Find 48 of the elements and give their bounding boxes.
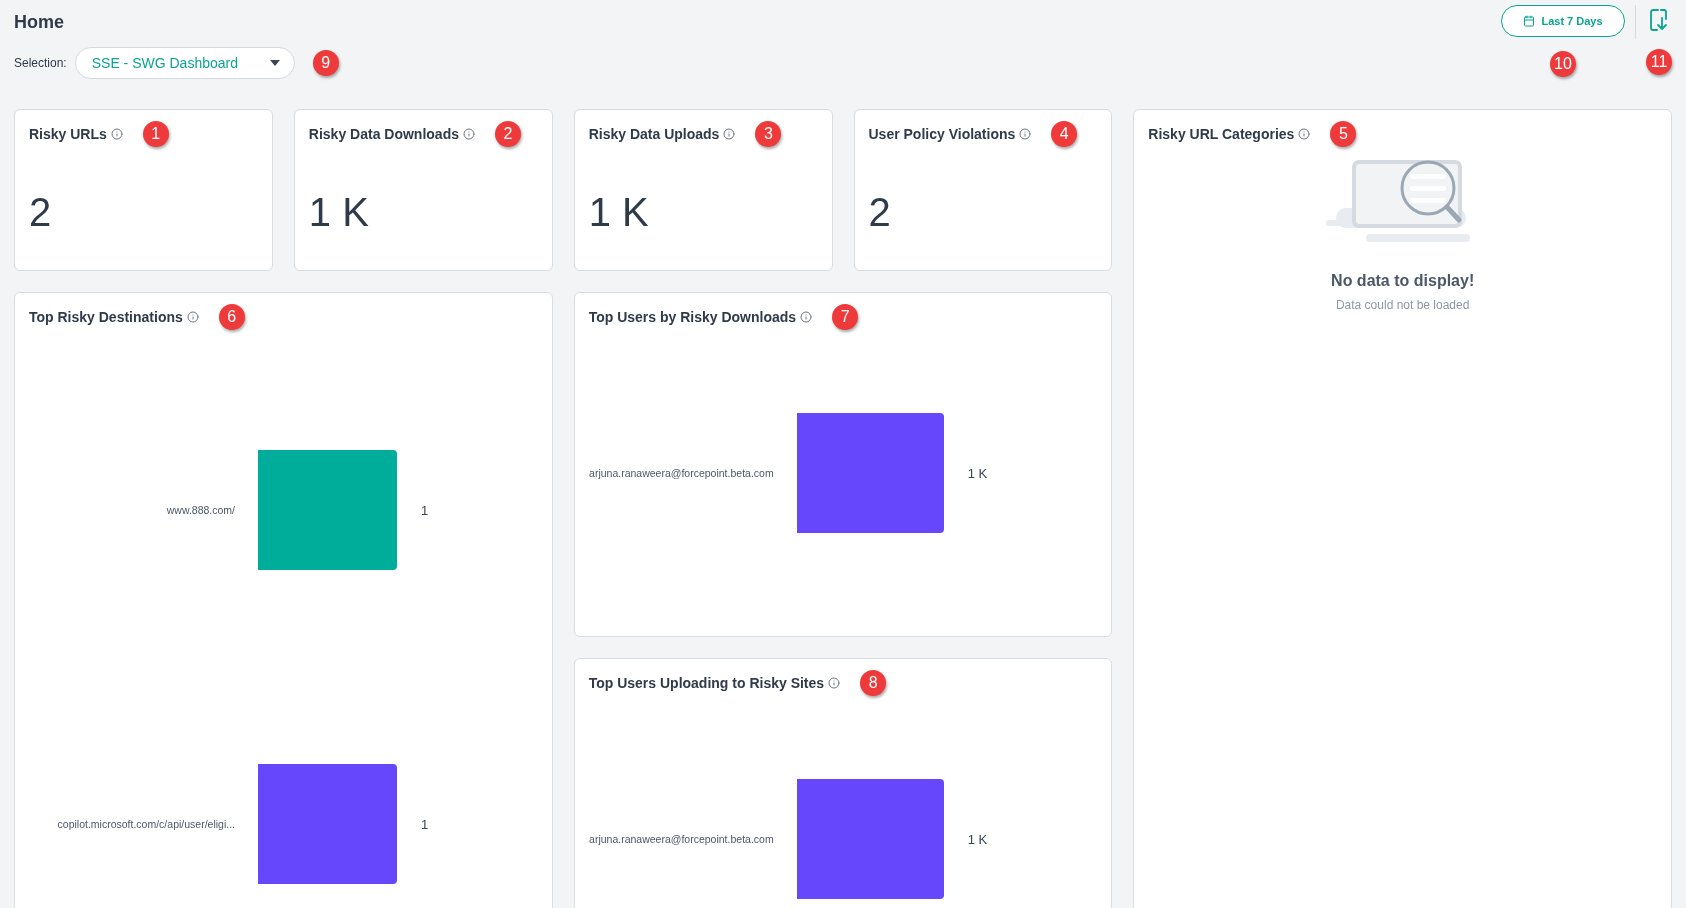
dashboard-dropdown[interactable]: SSE - SWG Dashboard [74, 47, 295, 79]
date-range-button[interactable]: Last 7 Days [1501, 5, 1625, 37]
stat-value: 1 K [308, 190, 370, 235]
card-title: Top Risky Destinations [29, 309, 183, 325]
callout-number: 8 [860, 670, 887, 696]
page-title: Home [14, 12, 65, 33]
callout-number: 2 [495, 121, 521, 147]
card-title: Risky URL Categories [1148, 126, 1295, 142]
empty-heading: No data to display! [1331, 272, 1475, 290]
callout-number: 10 [1550, 51, 1576, 77]
callout-number: 1 [142, 121, 169, 147]
caret-icon [269, 60, 280, 66]
info-icon[interactable] [186, 311, 199, 323]
callout-number: 6 [218, 304, 245, 330]
card-title: Risky URLs [29, 126, 107, 142]
card-title: Risky Data Downloads [308, 126, 459, 142]
value-label: 1 [421, 503, 429, 518]
card-title: Risky Data Uploads [588, 126, 720, 142]
download-icon [1650, 9, 1668, 31]
bar-label: arjuna.ranaweera@forcepoint.beta.com [588, 467, 774, 479]
info-icon[interactable] [723, 128, 736, 140]
bar-value: 1 K [967, 831, 988, 847]
stat-value: 2 [868, 190, 892, 235]
axis-label: copilot.microsoft.com/c/api/user/eligi... [57, 818, 235, 830]
selection-label: Selection: [14, 56, 67, 70]
info-icon[interactable] [1019, 128, 1032, 140]
value-label: 1 [421, 817, 429, 832]
card-title: Top Users Uploading to Risky Sites [588, 675, 825, 691]
callout-number: 9 [312, 50, 339, 76]
card-title: User Policy Violations [868, 126, 1016, 142]
empty-message: Data could not be loaded [1335, 298, 1470, 312]
info-icon[interactable] [463, 128, 475, 140]
stat-value: 2 [29, 190, 53, 235]
callout-number: 5 [1330, 121, 1357, 147]
callout-number: 4 [1051, 121, 1078, 147]
stat-value: 1 K [588, 190, 650, 235]
callout-number: 7 [832, 304, 859, 330]
info-icon[interactable] [1298, 128, 1311, 140]
callout-number: 3 [755, 121, 782, 147]
bar-value: 1 K [967, 465, 988, 481]
card-title: Top Users by Risky Downloads [588, 309, 797, 325]
bar-label: arjuna.ranaweera@forcepoint.beta.com [588, 833, 774, 845]
info-icon[interactable] [110, 128, 123, 140]
info-icon[interactable] [828, 677, 841, 689]
callout-number: 11 [1646, 49, 1672, 75]
calendar-icon [1523, 15, 1536, 27]
axis-label: www.888.com/ [166, 504, 235, 516]
info-icon[interactable] [800, 311, 813, 323]
